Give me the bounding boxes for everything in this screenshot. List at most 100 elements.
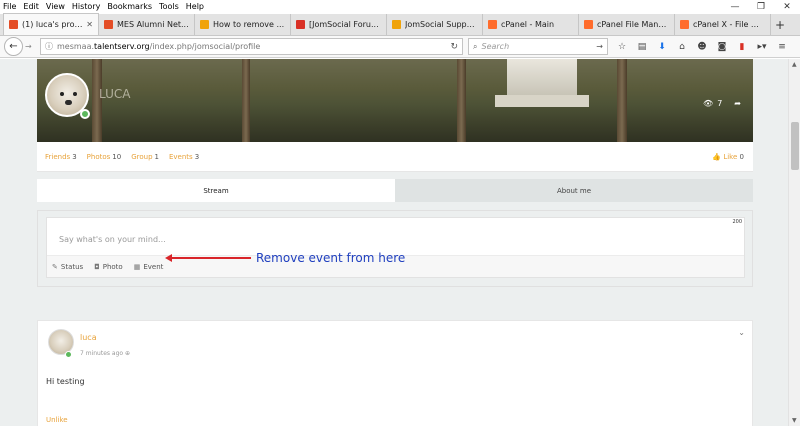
cover-tree	[617, 59, 627, 142]
online-status-badge	[65, 351, 72, 358]
forward-arrow-icon[interactable]: →	[25, 42, 37, 51]
browser-tab[interactable]: cPanel X - File M...	[675, 14, 771, 35]
tab-label: cPanel - Main	[501, 20, 555, 29]
stat-groups[interactable]: Group 1	[131, 153, 159, 161]
unlike-link[interactable]: Unlike	[46, 416, 68, 424]
post-author[interactable]: luca	[80, 333, 97, 342]
browser-tab[interactable]: (1) luca's profile ✕	[3, 13, 99, 35]
search-icon: ⌕	[473, 41, 478, 51]
reading-list-icon[interactable]: ☆	[612, 42, 632, 52]
menu-bookmarks[interactable]: Bookmarks	[107, 2, 152, 11]
search-go-icon[interactable]: →	[596, 42, 603, 51]
menu-bar: File Edit View History Bookmarks Tools H…	[0, 0, 800, 12]
new-tab-button[interactable]: +	[771, 14, 789, 35]
tab-label: cPanel X - File M...	[693, 20, 765, 29]
download-icon[interactable]: ⬇	[652, 42, 672, 52]
post-body: Hi testing	[46, 377, 85, 386]
annotation-callout: Remove event from here	[165, 251, 405, 265]
page-favicon-icon	[392, 20, 401, 29]
browser-tab[interactable]: JomSocial Suppo...	[387, 14, 483, 35]
annotation-text: Remove event from here	[256, 251, 406, 265]
stat-count: 3	[72, 152, 77, 161]
scrollbar-thumb[interactable]	[791, 122, 799, 170]
scroll-up-icon[interactable]: ▲	[792, 61, 797, 68]
stat-label: Friends	[45, 152, 71, 161]
status-input[interactable]: Say what's on your mind...	[59, 235, 166, 244]
tab-close-icon[interactable]: ✕	[86, 20, 93, 29]
menu-help[interactable]: Help	[186, 2, 204, 11]
post-time-text: 7 minutes ago	[80, 350, 124, 357]
tab-label: MES Alumni Net...	[117, 20, 189, 29]
menu-view[interactable]: View	[46, 2, 65, 11]
scroll-down-icon[interactable]: ▼	[792, 417, 797, 424]
search-input[interactable]: ⌕ Search →	[468, 38, 608, 55]
tab-strip: (1) luca's profile ✕ MES Alumni Net... H…	[0, 13, 800, 36]
browser-tab[interactable]: cPanel File Mana...	[579, 14, 675, 35]
cpanel-favicon-icon	[488, 20, 497, 29]
extension-red-icon[interactable]: ▮	[732, 42, 752, 52]
search-placeholder: Search	[481, 42, 510, 51]
tab-about-me[interactable]: About me	[395, 179, 753, 202]
reload-icon[interactable]: ↻	[450, 42, 458, 52]
cover-pedestal-base	[495, 95, 589, 107]
thumbs-up-icon: 👍	[712, 152, 722, 161]
pencil-icon: ✎	[52, 262, 58, 271]
browser-tab[interactable]: [JomSocial Foru...	[291, 14, 387, 35]
hamburger-menu-icon[interactable]: ≡	[772, 42, 792, 52]
menu-file[interactable]: File	[3, 2, 16, 11]
cover-tree	[457, 59, 466, 142]
close-window-button[interactable]: ✕	[774, 0, 800, 14]
cpanel-favicon-icon	[680, 20, 689, 29]
avatar-eye	[73, 92, 77, 96]
extension-menu-icon[interactable]: ▸▾	[752, 42, 772, 52]
stat-events[interactable]: Events 3	[169, 153, 199, 161]
avatar-nose	[65, 100, 72, 105]
back-button[interactable]: ←	[4, 37, 23, 56]
action-label: Photo	[102, 262, 123, 271]
navigation-bar: ← → ⓘ mesmaa. talentserv.org/index.php/jo…	[0, 36, 800, 58]
event-action[interactable]: ▦ Event	[134, 263, 164, 271]
calendar-icon: ▦	[133, 262, 141, 271]
post-timestamp[interactable]: 7 minutes ago ⊕	[80, 350, 130, 357]
action-label: Event	[143, 262, 164, 271]
info-icon[interactable]: ⓘ	[45, 41, 53, 52]
extension-icon[interactable]: ☻	[692, 42, 712, 52]
url-domain: talentserv.org	[94, 42, 150, 51]
profile-name: LUCA	[99, 87, 131, 101]
browser-tab[interactable]: cPanel - Main	[483, 14, 579, 35]
cover-tree	[242, 59, 250, 142]
tab-stream[interactable]: Stream	[37, 179, 395, 202]
browser-tab[interactable]: How to remove ...	[195, 14, 291, 35]
stat-label: Photos	[86, 152, 111, 161]
joomla-favicon-icon	[9, 20, 18, 29]
status-action[interactable]: ✎ Status	[52, 263, 83, 271]
bookmarks-menu-icon[interactable]: ▤	[632, 42, 652, 52]
tab-label: How to remove ...	[213, 20, 285, 29]
menu-tools[interactable]: Tools	[159, 2, 179, 11]
menu-history[interactable]: History	[72, 2, 100, 11]
chevron-down-icon[interactable]: ⌄	[738, 328, 745, 337]
gmail-favicon-icon	[296, 20, 305, 29]
joomla-favicon-icon	[104, 20, 113, 29]
cpanel-favicon-icon	[584, 20, 593, 29]
browser-tab[interactable]: MES Alumni Net...	[99, 14, 195, 35]
menu-edit[interactable]: Edit	[23, 2, 39, 11]
stat-friends[interactable]: Friends 3	[45, 153, 77, 161]
vertical-scrollbar[interactable]: ▲ ▼	[788, 59, 800, 426]
action-label: Status	[60, 262, 84, 271]
stat-photos[interactable]: Photos 10	[87, 153, 122, 161]
pocket-icon[interactable]: ◙	[712, 42, 732, 52]
url-prefix: mesmaa.	[57, 42, 95, 51]
stat-label: Events	[168, 152, 193, 161]
url-bar[interactable]: ⓘ mesmaa. talentserv.org/index.php/jomsoc…	[40, 38, 463, 55]
restore-button[interactable]: ❐	[748, 0, 774, 14]
status-composer: 200 Say what's on your mind... ✎ Status ◘…	[37, 210, 753, 287]
share-icon[interactable]: ➦	[734, 99, 741, 108]
photo-action[interactable]: ◘ Photo	[94, 263, 123, 271]
like-button[interactable]: 👍 Like 0	[712, 153, 744, 161]
toolbar-icons: ☆ ▤ ⬇ ⌂ ☻ ◙ ▮ ▸▾ ≡	[612, 42, 792, 52]
minimize-button[interactable]: —	[722, 0, 748, 14]
eye-icon: 👁	[703, 99, 714, 108]
home-icon[interactable]: ⌂	[672, 42, 692, 52]
page-viewport: LUCA 👁 7 ➦ Friends 3 Photos 10 Group 1 Even…	[0, 59, 788, 426]
